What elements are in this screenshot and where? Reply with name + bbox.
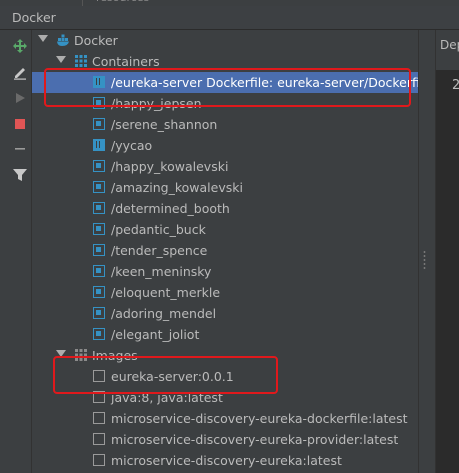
container-item[interactable]: /pedantic_buck: [32, 219, 418, 240]
container-icon: [93, 223, 105, 235]
container-label: /serene_shannon: [111, 117, 218, 132]
container-label: /keen_meninsky: [111, 264, 212, 279]
container-label: /elegant_joliot: [111, 327, 200, 342]
image-label: microservice-discovery-eureka-dockerfile…: [111, 411, 408, 426]
edit-icon[interactable]: [11, 63, 29, 81]
docker-toolbar: [0, 30, 32, 473]
panel-splitter[interactable]: [418, 30, 436, 473]
container-item[interactable]: /happy_kowalevski: [32, 156, 418, 177]
log-line-number: 2: [452, 78, 459, 93]
start-icon[interactable]: [11, 89, 29, 107]
tree-label-containers: Containers: [92, 54, 160, 69]
container-icon: [93, 202, 105, 214]
container-icon: [93, 160, 105, 172]
filter-icon[interactable]: [11, 166, 29, 184]
tool-window-title-bar: Docker: [0, 6, 459, 30]
image-item[interactable]: microservice-discovery-eureka:latest: [32, 450, 418, 471]
container-item[interactable]: /eloquent_merkle: [32, 282, 418, 303]
highlight-box-container: [44, 68, 411, 107]
container-label: /pedantic_buck: [111, 222, 206, 237]
container-item[interactable]: /amazing_kowalevski: [32, 177, 418, 198]
container-icon: [93, 244, 105, 256]
image-label: microservice-discovery-eureka-provider:l…: [111, 432, 399, 447]
container-label: /yycao: [111, 138, 153, 153]
container-label: /happy_kowalevski: [111, 159, 229, 174]
container-item[interactable]: /adoring_mendel: [32, 303, 418, 324]
container-item[interactable]: /serene_shannon: [32, 114, 418, 135]
container-item[interactable]: /elegant_joliot: [32, 324, 418, 345]
splitter-grip-icon[interactable]: [423, 250, 426, 270]
container-label: /amazing_kowalevski: [111, 180, 243, 195]
image-icon: [93, 454, 105, 466]
tool-window-title: Docker: [12, 10, 56, 25]
details-panel: Depl 2: [436, 30, 459, 473]
container-icon: [93, 118, 105, 130]
tree-label-docker: Docker: [74, 33, 118, 48]
image-item[interactable]: microservice-discovery-eureka-dockerfile…: [32, 408, 418, 429]
container-icon: [93, 265, 105, 277]
container-item[interactable]: /tender_spence: [32, 240, 418, 261]
deploy-icon[interactable]: [11, 37, 29, 55]
container-label: /determined_booth: [111, 201, 230, 216]
highlight-box-image: [53, 356, 278, 394]
container-item[interactable]: /yycao: [32, 135, 418, 156]
expand-arrow-icon[interactable]: [38, 35, 48, 42]
image-label: microservice-discovery-eureka:latest: [111, 453, 342, 468]
tree-node-docker[interactable]: Docker: [32, 30, 418, 51]
log-editor[interactable]: [436, 70, 459, 473]
container-icon: [93, 328, 105, 340]
container-label: /adoring_mendel: [111, 306, 217, 321]
container-icon: [93, 181, 105, 193]
stop-icon[interactable]: [11, 115, 29, 133]
container-running-icon: [93, 139, 105, 151]
container-icon: [93, 307, 105, 319]
container-label: /eloquent_merkle: [111, 285, 221, 300]
container-label: /tender_spence: [111, 243, 208, 258]
image-icon: [93, 412, 105, 424]
image-icon: [93, 433, 105, 445]
docker-whale-icon: [56, 33, 70, 47]
container-item[interactable]: /determined_booth: [32, 198, 418, 219]
containers-grid-icon: [75, 55, 87, 67]
image-item[interactable]: microservice-discovery-eureka-provider:l…: [32, 429, 418, 450]
expand-arrow-icon[interactable]: [56, 56, 66, 63]
tab-deploy-log[interactable]: Depl: [440, 38, 459, 52]
container-icon: [93, 286, 105, 298]
collapse-icon[interactable]: [11, 140, 29, 158]
container-item[interactable]: /keen_meninsky: [32, 261, 418, 282]
resources-label: resources: [96, 0, 149, 4]
